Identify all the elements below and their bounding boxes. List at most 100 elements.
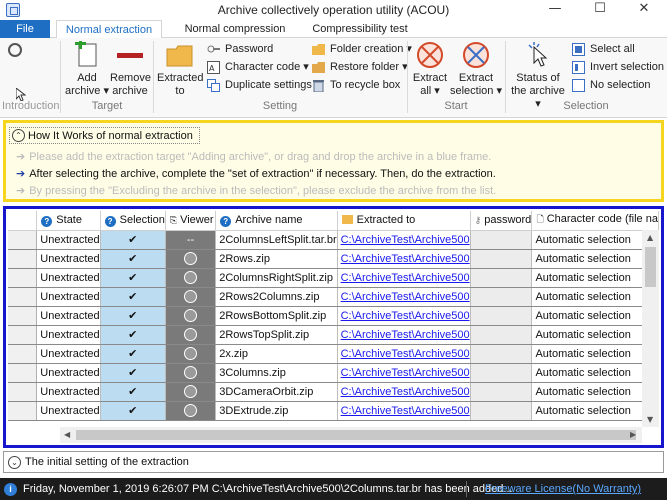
table-row[interactable]: Unextracted ✔ 2RowsBottomSplit.zip C:\Archi… [8, 306, 659, 326]
cell-character-code[interactable]: Automatic selection [531, 401, 659, 421]
column-header-archive-name[interactable]: ? Archive name [215, 211, 338, 231]
no-selection-button[interactable]: No selection [570, 77, 651, 94]
row-header[interactable] [8, 344, 38, 364]
scroll-down-icon[interactable]: ▼ [647, 415, 653, 424]
extracted-to-button[interactable]: Extracted to [157, 41, 203, 98]
horizontal-scroll-thumb[interactable] [76, 430, 636, 440]
cell-selection-checkbox[interactable]: ✔ [100, 268, 166, 288]
column-header-character-code[interactable]: 🗋 Character code (file na [531, 211, 659, 231]
tab-normal-compression[interactable]: Normal compression [180, 20, 290, 38]
initial-setting-toggle[interactable]: ⌄ The initial setting of the extraction [3, 451, 664, 473]
cell-selection-checkbox[interactable]: ✔ [100, 230, 166, 250]
settings-globe-icon[interactable] [8, 43, 22, 57]
tab-file[interactable]: File [0, 20, 50, 38]
folder-creation-button[interactable]: Folder creation ▾ [310, 41, 412, 58]
cell-password[interactable] [470, 325, 533, 345]
cell-character-code[interactable]: Automatic selection [531, 268, 659, 288]
cell-character-code[interactable]: Automatic selection [531, 363, 659, 383]
cell-selection-checkbox[interactable]: ✔ [100, 382, 166, 402]
column-header-selection[interactable]: ? Selection [100, 211, 166, 231]
column-header-viewer[interactable]: ⎘ Viewer [165, 211, 217, 231]
cell-extracted-to-link[interactable]: C:\ArchiveTest\Archive500 [337, 382, 471, 402]
cell-viewer[interactable] [165, 363, 217, 383]
cell-character-code[interactable]: Automatic selection [531, 344, 659, 364]
add-archive-button[interactable]: Add archive ▾ [64, 38, 110, 98]
table-row[interactable]: Unextracted ✔ 2x.zip C:\ArchiveTest\Archive… [8, 344, 659, 364]
license-link[interactable]: Freeware License(No Warranty) [485, 483, 641, 495]
cell-selection-checkbox[interactable]: ✔ [100, 287, 166, 307]
cell-character-code[interactable]: Automatic selection [531, 230, 659, 250]
cell-character-code[interactable]: Automatic selection [531, 306, 659, 326]
scroll-up-icon[interactable]: ▲ [647, 233, 653, 242]
cell-password[interactable] [470, 344, 533, 364]
cell-selection-checkbox[interactable]: ✔ [100, 306, 166, 326]
tab-normal-extraction[interactable]: Normal extraction [56, 20, 162, 39]
cell-password[interactable] [470, 363, 533, 383]
row-header[interactable] [8, 325, 38, 345]
cell-password[interactable] [470, 268, 533, 288]
close-button[interactable]: ✕ [622, 0, 666, 20]
cell-password[interactable] [470, 306, 533, 326]
cell-selection-checkbox[interactable]: ✔ [100, 344, 166, 364]
cell-extracted-to-link[interactable]: C:\ArchiveTest\Archive500 [337, 306, 471, 326]
cell-viewer[interactable] [165, 287, 217, 307]
cell-extracted-to-link[interactable]: C:\ArchiveTest\Archive500 [337, 344, 471, 364]
minimize-button[interactable]: — [533, 0, 577, 20]
cell-selection-checkbox[interactable]: ✔ [100, 401, 166, 421]
duplicate-settings-button[interactable]: Duplicate settings ▾ [205, 77, 320, 94]
cell-password[interactable] [470, 287, 533, 307]
cell-extracted-to-link[interactable]: C:\ArchiveTest\Archive500 [337, 363, 471, 383]
remove-archive-button[interactable]: Remove archive [110, 41, 151, 98]
scroll-left-icon[interactable]: ◀ [64, 430, 70, 439]
maximize-button[interactable]: ☐ [578, 0, 622, 20]
character-code-button[interactable]: A Character code ▾ [205, 59, 309, 76]
cell-viewer[interactable] [165, 306, 217, 326]
cell-extracted-to-link[interactable]: C:\ArchiveTest\Archive500 [337, 401, 471, 421]
archive-drop-frame[interactable]: ? State ? Selection ⎘ Viewer ? Archive name … [3, 206, 664, 448]
row-header[interactable] [8, 382, 38, 402]
cell-viewer[interactable] [165, 382, 217, 402]
vertical-scroll-thumb[interactable] [645, 247, 656, 287]
cell-character-code[interactable]: Automatic selection [531, 382, 659, 402]
extract-selection-button[interactable]: Extract selection ▾ [450, 41, 502, 98]
extract-all-button[interactable]: Extract all ▾ [410, 41, 450, 98]
column-header-extracted-to[interactable]: Extracted to [337, 211, 471, 231]
scroll-right-icon[interactable]: ▶ [630, 430, 636, 439]
cell-password[interactable] [470, 382, 533, 402]
column-header-password[interactable]: ⚷ password [470, 211, 533, 231]
row-header[interactable] [8, 230, 38, 250]
invert-selection-button[interactable]: Invert selection [570, 59, 664, 76]
cell-extracted-to-link[interactable]: C:\ArchiveTest\Archive500 [337, 325, 471, 345]
cell-extracted-to-link[interactable]: C:\ArchiveTest\Archive500 [337, 230, 471, 250]
horizontal-scrollbar[interactable]: ◀ ▶ [60, 427, 642, 443]
table-row[interactable]: Unextracted ✔ 3DExtrude.zip C:\ArchiveTest\… [8, 401, 659, 421]
cell-viewer[interactable] [165, 401, 217, 421]
cell-selection-checkbox[interactable]: ✔ [100, 249, 166, 269]
how-it-works-toggle[interactable]: ⌃ How It Works of normal extraction [9, 127, 200, 144]
cell-viewer[interactable]: -- [165, 230, 217, 250]
cell-extracted-to-link[interactable]: C:\ArchiveTest\Archive500 [337, 249, 471, 269]
cell-viewer[interactable] [165, 249, 217, 269]
cell-character-code[interactable]: Automatic selection [531, 287, 659, 307]
cell-character-code[interactable]: Automatic selection [531, 325, 659, 345]
table-row[interactable]: Unextracted ✔ 2RowsTopSplit.zip C:\ArchiveT… [8, 325, 659, 345]
row-header[interactable] [8, 287, 38, 307]
cell-viewer[interactable] [165, 268, 217, 288]
table-row[interactable]: Unextracted ✔ -- 2ColumnsLeftSplit.tar.br C:… [8, 230, 659, 250]
cell-password[interactable] [470, 230, 533, 250]
select-all-button[interactable]: Select all [570, 41, 635, 58]
to-recycle-box-button[interactable]: To recycle box [310, 77, 400, 94]
cell-viewer[interactable] [165, 344, 217, 364]
table-row[interactable]: Unextracted ✔ 3Columns.zip C:\ArchiveTest\A… [8, 363, 659, 383]
tab-compressibility-test[interactable]: Compressibility test [305, 20, 415, 38]
row-header[interactable] [8, 268, 38, 288]
cell-selection-checkbox[interactable]: ✔ [100, 363, 166, 383]
table-row[interactable]: Unextracted ✔ 3DCameraOrbit.zip C:\ArchiveT… [8, 382, 659, 402]
password-button[interactable]: Password [205, 41, 273, 58]
cell-extracted-to-link[interactable]: C:\ArchiveTest\Archive500 [337, 268, 471, 288]
table-row[interactable]: Unextracted ✔ 2ColumnsRightSplit.zip C:\Arc… [8, 268, 659, 288]
cell-selection-checkbox[interactable]: ✔ [100, 325, 166, 345]
vertical-scrollbar[interactable]: ▲ ▼ [642, 230, 659, 427]
cell-character-code[interactable]: Automatic selection [531, 249, 659, 269]
column-header-state[interactable]: ? State [36, 211, 101, 231]
